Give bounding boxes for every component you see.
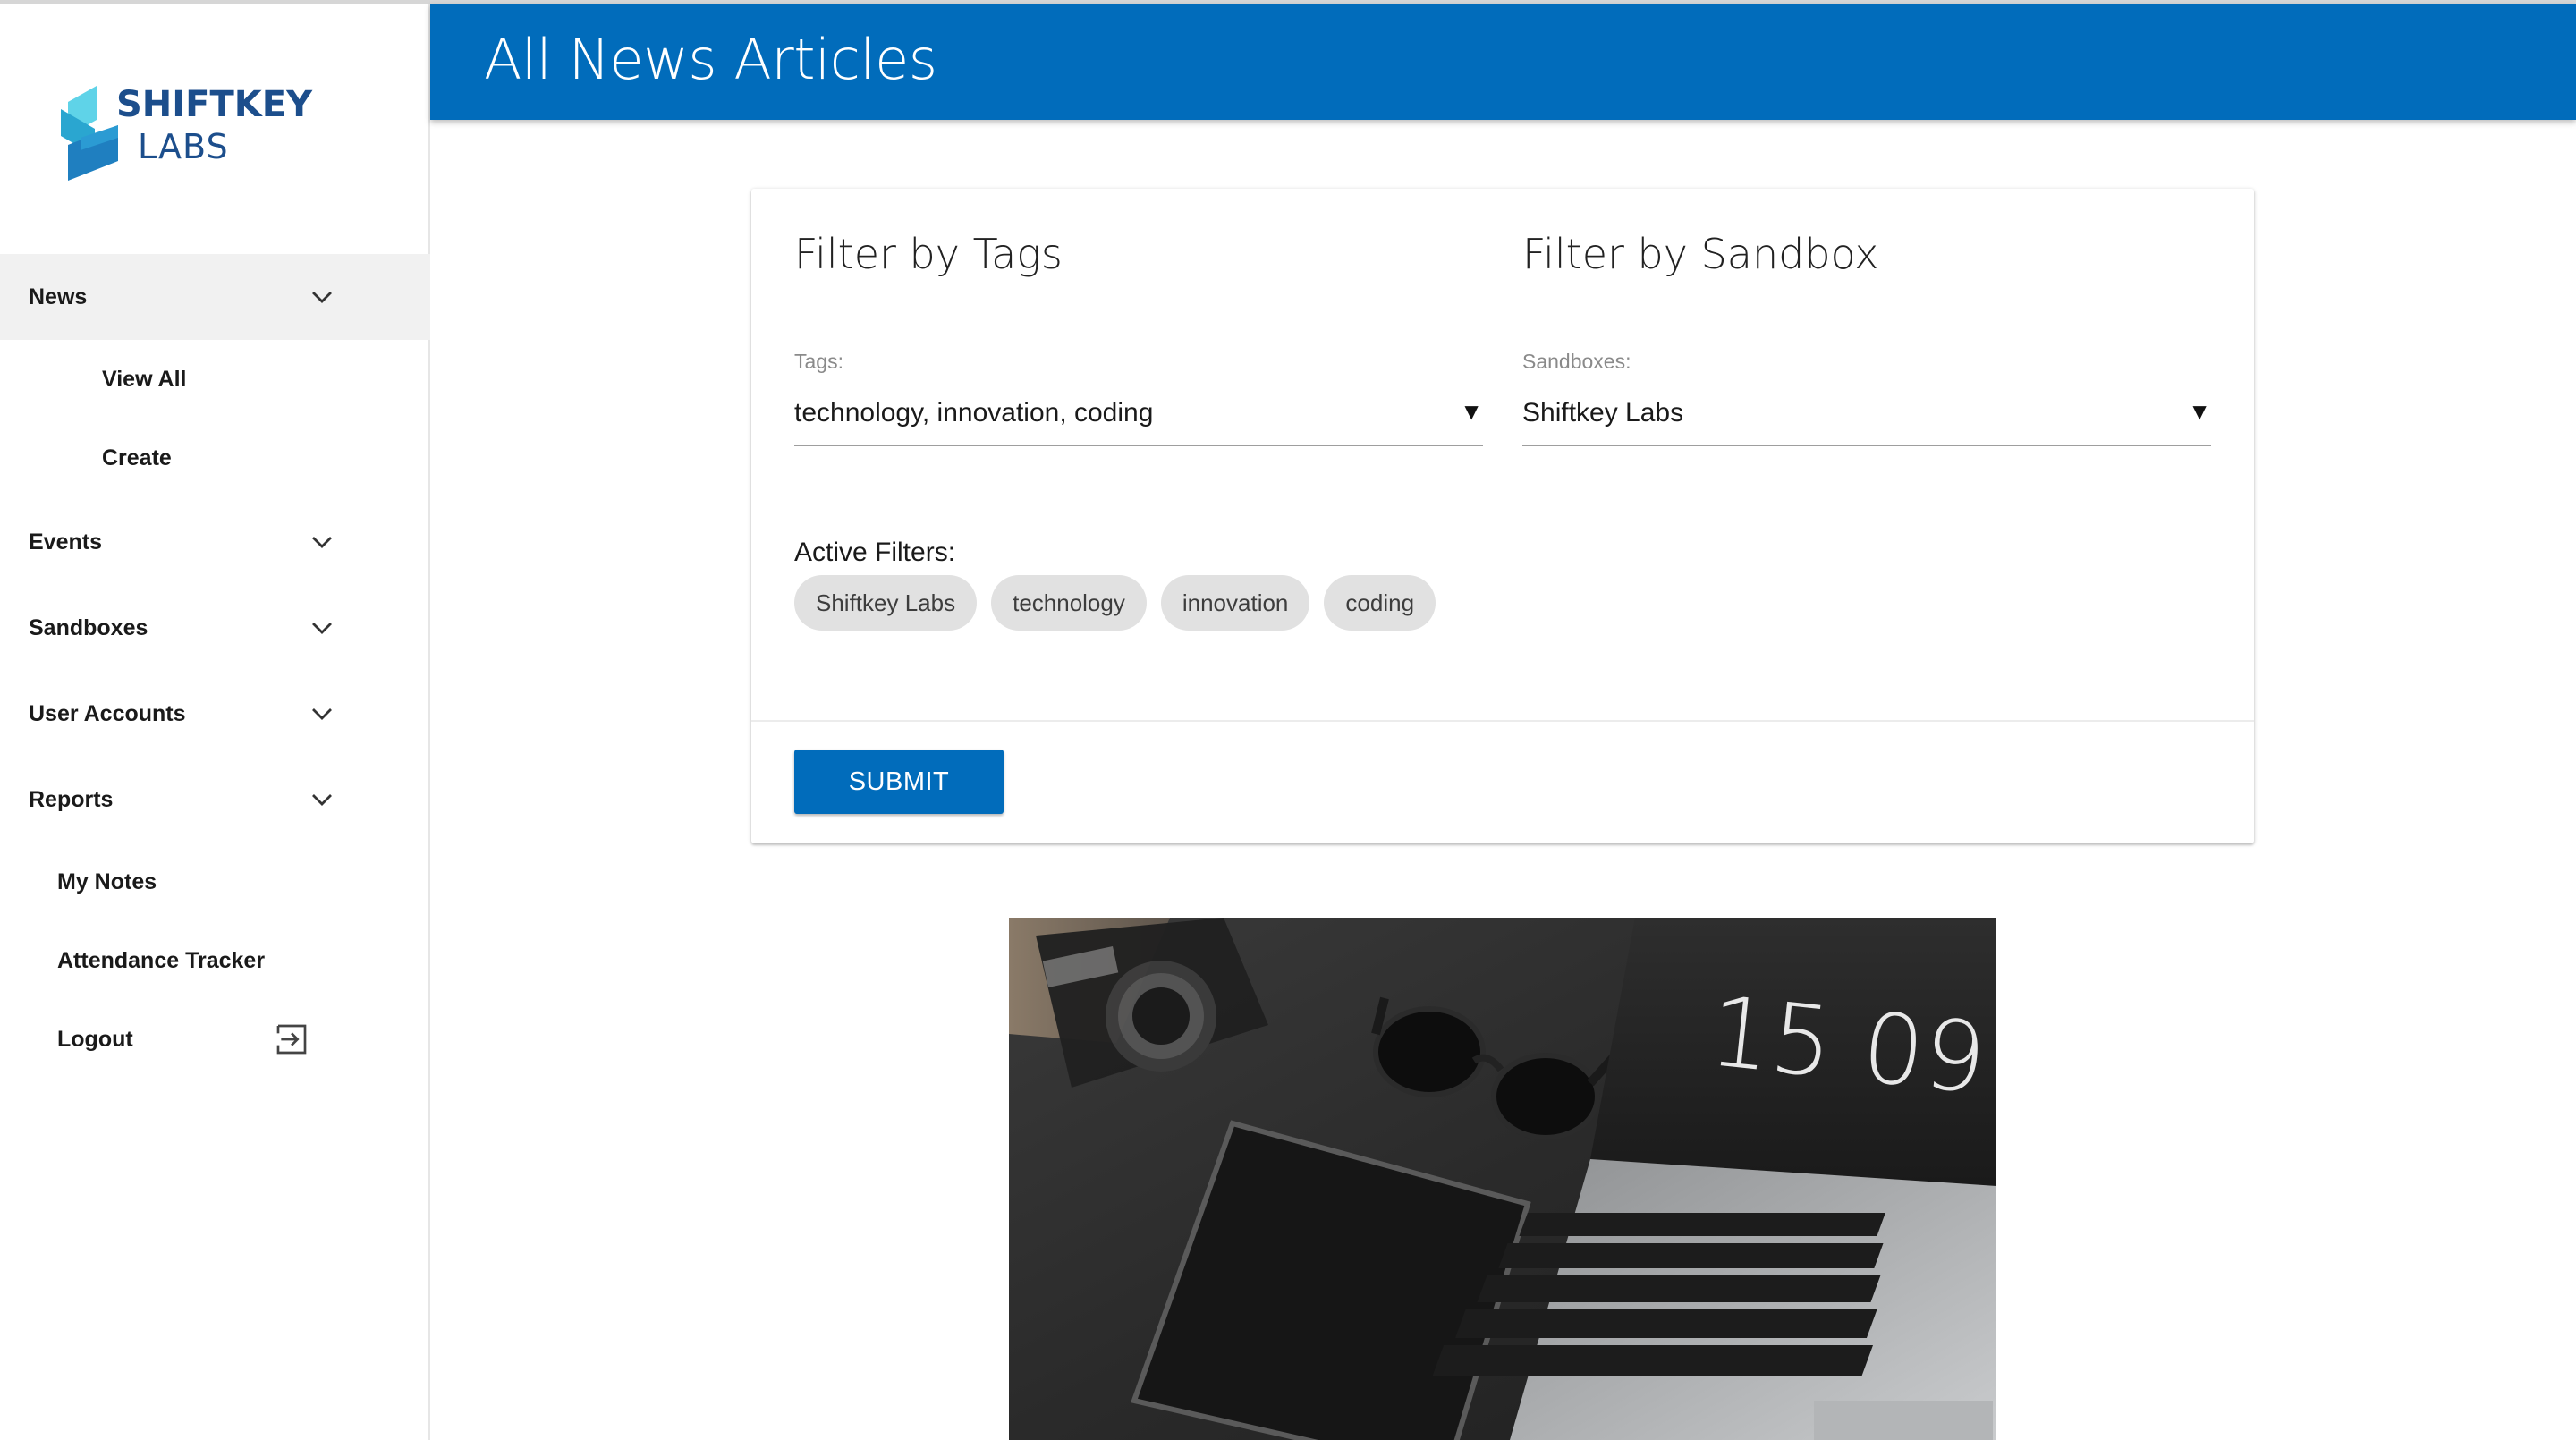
sidebar: SHIFTKEY LABS News View All Create Event… [0, 4, 430, 1440]
filter-card: Filter by Tags Filter by Sandbox Tags: S… [751, 189, 2254, 843]
dropdown-arrow-icon: ▼ [2188, 398, 2211, 425]
chevron-down-icon [312, 708, 332, 720]
filter-by-tags-heading: Filter by Tags [794, 230, 1063, 278]
active-filters-label: Active Filters: [794, 538, 956, 567]
sidebar-item-news[interactable]: News [0, 254, 430, 340]
sandboxes-label: Sandboxes: [1522, 350, 1631, 373]
sidebar-item-label: Reports [29, 786, 114, 812]
sidebar-item-events[interactable]: Events [0, 499, 430, 585]
sidebar-item-reports[interactable]: Reports [0, 757, 430, 843]
sandbox-select[interactable]: Shiftkey Labs ▼ [1522, 394, 2211, 446]
sidebar-item-label: View All [102, 366, 187, 392]
filter-chip[interactable]: coding [1324, 575, 1436, 631]
sandbox-select-value: Shiftkey Labs [1522, 398, 1684, 428]
logo-mark-icon [61, 86, 118, 181]
logout-icon [276, 1024, 307, 1055]
sidebar-item-label: User Accounts [29, 700, 186, 726]
card-divider [751, 720, 2254, 722]
sidebar-item-label: Attendance Tracker [57, 947, 266, 973]
filter-by-sandbox-heading: Filter by Sandbox [1522, 230, 1879, 278]
logo-text-labs: LABS [138, 127, 229, 166]
sidebar-item-label: News [29, 284, 88, 309]
sidebar-item-logout[interactable]: Logout [0, 1000, 430, 1079]
shiftkey-labs-logo[interactable]: SHIFTKEY LABS [59, 82, 318, 190]
sidebar-item-sandboxes[interactable]: Sandboxes [0, 585, 430, 671]
active-filter-chips: Shiftkey Labs technology innovation codi… [794, 575, 1436, 631]
tags-label: Tags: [794, 350, 843, 373]
filter-chip[interactable]: technology [991, 575, 1147, 631]
sidebar-item-label: Events [29, 529, 102, 555]
sidebar-item-label: Logout [57, 1026, 133, 1052]
sidebar-item-user-accounts[interactable]: User Accounts [0, 671, 430, 757]
sidebar-item-label: My Notes [57, 868, 157, 894]
article-photo: 15 09 5 [1009, 918, 1996, 1440]
sidebar-item-label: Sandboxes [29, 614, 148, 640]
sidebar-item-view-all[interactable]: View All [0, 340, 430, 419]
tags-select[interactable]: technology, innovation, coding ▼ [794, 394, 1483, 446]
filter-chip[interactable]: Shiftkey Labs [794, 575, 978, 631]
chevron-down-icon [312, 292, 332, 303]
filter-chip[interactable]: innovation [1160, 575, 1310, 631]
chevron-down-icon [312, 537, 332, 548]
tags-select-value: technology, innovation, coding [794, 398, 1154, 428]
dropdown-arrow-icon: ▼ [1460, 398, 1483, 425]
chevron-down-icon [312, 794, 332, 806]
logo-text-shiftkey: SHIFTKEY [116, 84, 313, 125]
submit-button[interactable]: SUBMIT [794, 750, 1004, 814]
sidebar-item-label: Create [102, 445, 172, 470]
page-header: All News Articles [430, 4, 2576, 120]
chevron-down-icon [312, 623, 332, 634]
page-title: All News Articles [484, 27, 937, 92]
sidebar-item-create[interactable]: Create [0, 419, 430, 497]
sidebar-item-attendance-tracker[interactable]: Attendance Tracker [0, 921, 430, 1000]
sidebar-item-my-notes[interactable]: My Notes [0, 843, 430, 921]
article-image[interactable]: 15 09 5 [1009, 918, 1996, 1440]
